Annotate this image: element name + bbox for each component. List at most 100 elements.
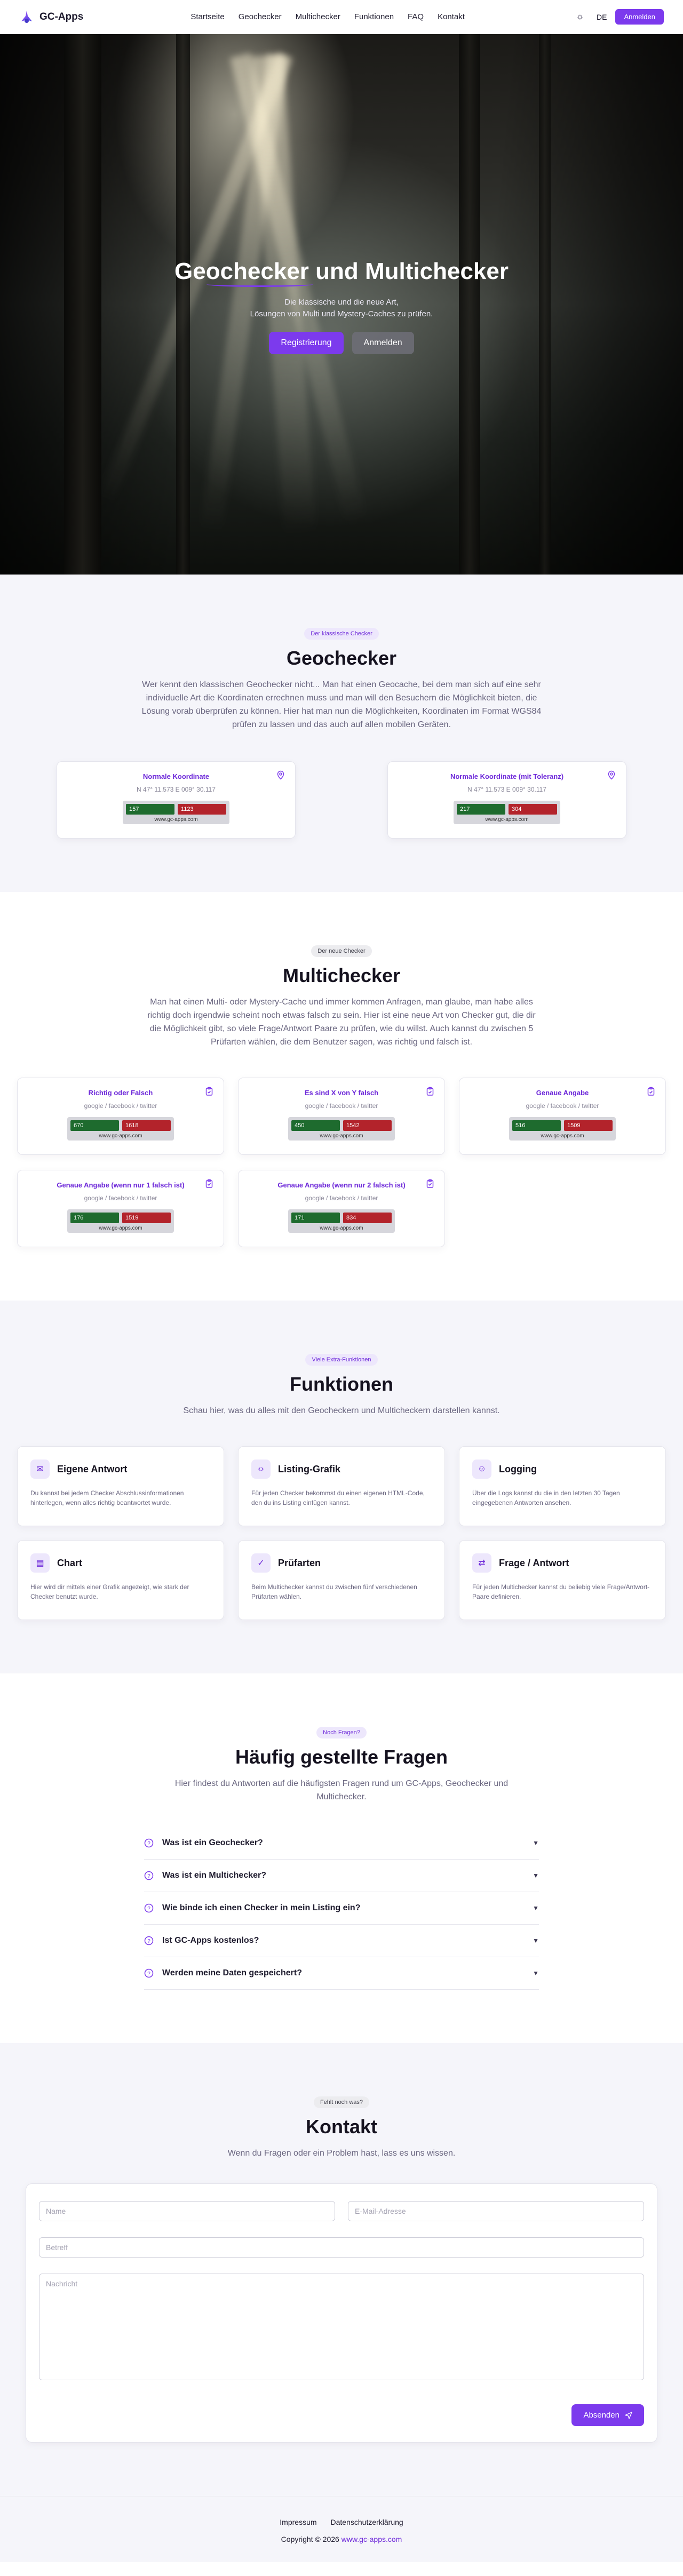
checker-card-title: Richtig oder Falsch — [88, 1089, 153, 1097]
widget-fail-count: 1123 — [178, 804, 226, 815]
section-title: Kontakt — [306, 2116, 377, 2138]
name-input[interactable] — [39, 2201, 335, 2221]
checker-card-title: Normale Koordinate — [142, 772, 210, 780]
footer-link-impressum[interactable]: Impressum — [280, 2518, 316, 2526]
footer-site-link[interactable]: www.gc-apps.com — [342, 2535, 402, 2543]
svg-text:?: ? — [147, 1971, 150, 1977]
section-title: Funktionen — [290, 1373, 393, 1395]
question-circle-icon: ? — [144, 1968, 154, 1978]
checker-card[interactable]: Richtig oder Falsch google / facebook / … — [17, 1078, 224, 1155]
feature-title: Listing-Grafik — [278, 1463, 341, 1474]
checker-card-share: google / facebook / twitter — [305, 1194, 378, 1202]
log-icon: ☺ — [472, 1460, 491, 1479]
widget-url: www.gc-apps.com — [541, 1133, 584, 1139]
faq-item[interactable]: ? Ist GC-Apps kostenlos? ▼ — [144, 1925, 539, 1957]
feature-text: Beim Multichecker kannst du zwischen fün… — [251, 1583, 417, 1600]
feature-text: Über die Logs kannst du die in den letzt… — [472, 1489, 620, 1506]
faq-question: Werden meine Daten gespeichert? — [162, 1968, 302, 1977]
widget-fail-count: 1618 — [122, 1120, 171, 1131]
checker-card-title: Genaue Angabe (wenn nur 1 falsch ist) — [57, 1181, 185, 1189]
feature-title: Logging — [499, 1463, 537, 1474]
faq-item[interactable]: ? Was ist ein Geochecker? ▼ — [144, 1827, 539, 1860]
checker-card-coords: N 47° 11.573 E 009° 30.117 — [467, 786, 546, 793]
widget-success-count: 450 — [291, 1120, 340, 1131]
multichecker-cards: Richtig oder Falsch google / facebook / … — [0, 1078, 683, 1247]
hero-title: Geochecker und Multichecker — [174, 258, 509, 287]
brand-name: GC-Apps — [39, 11, 84, 22]
faq-item[interactable]: ? Wie binde ich einen Checker in mein Lis… — [144, 1892, 539, 1925]
chevron-down-icon: ▼ — [533, 1969, 539, 1977]
faq-section: Noch Fragen? Häufig gestellte Fragen Hie… — [0, 1673, 683, 2043]
nav-link-multichecker[interactable]: Multichecker — [296, 12, 340, 21]
nav-link-kontakt[interactable]: Kontakt — [438, 12, 465, 21]
faq-question: Was ist ein Geochecker? — [162, 1838, 263, 1847]
widget-success-count: 516 — [512, 1120, 561, 1131]
widget-url: www.gc-apps.com — [154, 817, 198, 823]
checker-card-share: google / facebook / twitter — [84, 1102, 157, 1110]
chevron-down-icon: ▼ — [533, 1872, 539, 1879]
section-pill: Der neue Checker — [311, 945, 372, 957]
feature-text: Hier wird dir mittels einer Grafik angez… — [30, 1583, 189, 1600]
widget-fail-count: 834 — [343, 1213, 392, 1223]
feature-grid: ✉ Eigene Antwort Du kannst bei jedem Chec… — [0, 1446, 683, 1620]
feature-card: ✓ Prüfarten Beim Multichecker kannst du z… — [238, 1540, 445, 1620]
email-input[interactable] — [348, 2201, 644, 2221]
checker-card-share: google / facebook / twitter — [84, 1194, 157, 1202]
checker-card-title: Genaue Angabe — [536, 1089, 589, 1097]
geochecker-cards: Normale Koordinate N 47° 11.573 E 009° 3… — [0, 761, 683, 839]
qa-icon: ⇄ — [472, 1553, 491, 1573]
checker-card[interactable]: Genaue Angabe google / facebook / twitte… — [459, 1078, 666, 1155]
hero-login-button[interactable]: Anmelden — [352, 332, 414, 354]
checker-card[interactable]: Es sind X von Y falsch google / facebook… — [238, 1078, 445, 1155]
section-text: Wenn du Fragen oder ein Problem hast, la… — [227, 2149, 456, 2158]
nav-link-faq[interactable]: FAQ — [408, 12, 424, 21]
faq-item[interactable]: ? Was ist ein Multichecker? ▼ — [144, 1860, 539, 1892]
section-pill: Noch Fragen? — [316, 1727, 367, 1738]
map-pin-icon — [608, 770, 615, 780]
checker-card[interactable]: Normale Koordinate (mit Toleranz) N 47° … — [387, 761, 626, 839]
faq-list: ? Was ist ein Geochecker? ▼ ? Was ist ein … — [144, 1827, 539, 1990]
widget-success-count: 176 — [70, 1213, 119, 1223]
hero-buttons: Registrierung Anmelden — [0, 332, 683, 354]
nav-link-geochecker[interactable]: Geochecker — [239, 12, 282, 21]
feature-text: Für jeden Checker bekommst du einen eige… — [251, 1489, 425, 1506]
hero-section: Geochecker und Multichecker Die klassisc… — [0, 34, 683, 575]
footer-link-datenschutz[interactable]: Datenschutzerklärung — [331, 2518, 403, 2526]
contact-section: Fehlt noch was? Kontakt Wenn du Fragen o… — [0, 2043, 683, 2496]
section-pill: Viele Extra-Funktionen — [305, 1354, 378, 1366]
checker-card-title: Es sind X von Y falsch — [304, 1089, 379, 1097]
feature-title: Prüfarten — [278, 1557, 321, 1568]
message-textarea[interactable] — [39, 2274, 644, 2380]
register-button[interactable]: Registrierung — [269, 332, 344, 354]
theme-toggle-sun-icon[interactable]: ☼ — [572, 9, 588, 25]
nav-actions: ☼ DE Anmelden — [572, 9, 664, 25]
checker-card[interactable]: Genaue Angabe (wenn nur 1 falsch ist) go… — [17, 1170, 224, 1247]
feature-card: ▤ Chart Hier wird dir mittels einer Grafi… — [17, 1540, 224, 1620]
widget-success-count: 217 — [457, 804, 505, 815]
nav-link-funktionen[interactable]: Funktionen — [354, 12, 394, 21]
checker-card[interactable]: Genaue Angabe (wenn nur 2 falsch ist) go… — [238, 1170, 445, 1247]
faq-item[interactable]: ? Werden meine Daten gespeichert? ▼ — [144, 1957, 539, 1990]
language-switch[interactable]: DE — [597, 13, 607, 21]
feature-text: Für jeden Multichecker kannst du beliebi… — [472, 1583, 650, 1600]
feature-card: ☺ Logging Über die Logs kannst du die in … — [459, 1446, 666, 1526]
checker-widget-preview: 217 304 www.gc-apps.com — [454, 801, 560, 824]
checker-widget-preview: 157 1123 www.gc-apps.com — [123, 801, 229, 824]
question-circle-icon: ? — [144, 1936, 154, 1945]
checker-card[interactable]: Normale Koordinate N 47° 11.573 E 009° 3… — [57, 761, 296, 839]
section-pill: Der klassische Checker — [304, 628, 379, 640]
contact-form: Absenden — [26, 2183, 657, 2443]
chevron-down-icon: ▼ — [533, 1839, 539, 1847]
login-button[interactable]: Anmelden — [615, 9, 664, 25]
subject-input[interactable] — [39, 2237, 644, 2258]
brand[interactable]: GC-Apps — [19, 10, 83, 25]
send-paper-plane-icon — [625, 2411, 632, 2419]
nav-link-startseite[interactable]: Startseite — [190, 12, 224, 21]
send-button[interactable]: Absenden — [571, 2404, 644, 2426]
chart-icon: ▤ — [30, 1553, 50, 1573]
features-section: Viele Extra-Funktionen Funktionen Schau … — [0, 1301, 683, 1673]
chevron-down-icon: ▼ — [533, 1904, 539, 1912]
widget-url: www.gc-apps.com — [99, 1225, 142, 1231]
checker-card-share: google / facebook / twitter — [526, 1102, 599, 1110]
hero-title-underline — [207, 282, 313, 287]
